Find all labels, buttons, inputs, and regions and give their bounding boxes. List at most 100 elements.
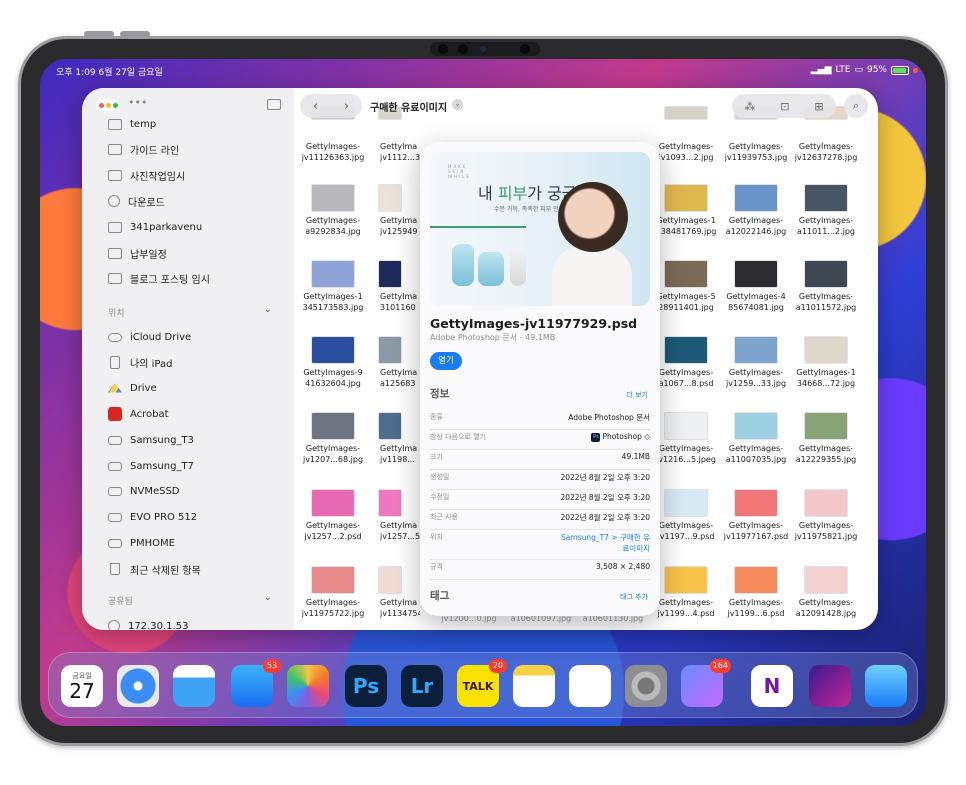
chevron-down-icon[interactable]: ⌄ [452, 99, 463, 110]
file-name-label: GettyImages- a11007035.jpg [725, 444, 787, 464]
sidebar-item[interactable]: temp [108, 114, 156, 134]
network-type: LTE [835, 65, 851, 75]
sidebar-item[interactable]: EVO PRO 512 [108, 508, 197, 528]
safari-app[interactable] [117, 665, 159, 707]
file-thumbnail[interactable] [378, 412, 402, 440]
file-thumbnail[interactable] [734, 260, 778, 288]
app-folder[interactable]: 164 [681, 659, 731, 707]
sidebar-item[interactable]: 납부일정 [108, 243, 167, 263]
info-row: 규격 3,508 × 2,480 [430, 562, 650, 580]
file-name-label: GettyImages- a12091428.jpg [795, 598, 857, 618]
file-name-label: GettyImages- jv11977167.psd [723, 521, 789, 541]
file-preview[interactable]: MAKE SKIN WHILE 내 피부가 궁금해? 수분 가득, 촉촉한 피부… [430, 152, 650, 306]
sidebar-item[interactable]: PMHOME [108, 533, 175, 553]
sidebar-item[interactable]: NVMeSSD [108, 482, 180, 502]
download-icon [108, 195, 120, 208]
files-app[interactable] [173, 665, 215, 707]
mail-app[interactable]: 53 [231, 659, 281, 707]
file-thumbnail[interactable] [311, 336, 355, 364]
photoshop-app[interactable]: Ps [345, 665, 387, 707]
file-name-label: GettyImages- a12022146.jpg [725, 216, 787, 236]
group-icon[interactable]: ⁂ [744, 100, 755, 113]
file-thumbnail[interactable] [734, 412, 778, 440]
back-icon[interactable]: ‹ [313, 99, 318, 114]
file-thumbnail[interactable] [311, 412, 355, 440]
more-menu-icon[interactable]: ••• [128, 96, 147, 109]
new-folder-icon[interactable]: ⊡ [780, 100, 789, 113]
file-thumbnail[interactable] [804, 184, 848, 212]
file-thumbnail[interactable] [378, 260, 402, 288]
search-icon[interactable]: ⌕ [844, 94, 868, 118]
sidebar-item[interactable]: 최근 삭제된 항목 [108, 559, 201, 579]
sidebar-item[interactable]: 172.30.1.53 [108, 616, 188, 630]
shortcuts-app[interactable] [809, 665, 851, 707]
google-drive-icon [108, 383, 122, 393]
sidebar-item[interactable]: 블로그 포스팅 임시 [108, 269, 210, 289]
sidebar-item[interactable]: 341parkavenu [108, 217, 202, 237]
info-key: 규격 [430, 563, 443, 571]
location-title[interactable]: 구매한 유료이미지 [370, 99, 447, 114]
file-thumbnail[interactable] [734, 336, 778, 364]
utility-app[interactable] [865, 665, 907, 707]
show-more-link[interactable]: 더 보기 [626, 390, 648, 400]
kakaotalk-app[interactable]: TALK 20 [457, 659, 507, 707]
file-thumbnail[interactable] [804, 412, 848, 440]
file-thumbnail[interactable] [734, 489, 778, 517]
sidebar-item[interactable]: Samsung_T3 [108, 430, 194, 450]
file-thumbnail[interactable] [664, 489, 708, 517]
file-thumbnail[interactable] [804, 260, 848, 288]
file-thumbnail[interactable] [311, 260, 355, 288]
file-thumbnail[interactable] [804, 566, 848, 594]
file-thumbnail[interactable] [664, 566, 708, 594]
view-grid-icon[interactable]: ⊞ [814, 100, 823, 113]
info-value[interactable]: Samsung_T7 > 구매한 유료이미지 [560, 532, 650, 554]
settings-app[interactable] [625, 665, 667, 707]
file-thumbnail[interactable] [664, 336, 708, 364]
sidebar-item[interactable]: Drive [108, 379, 157, 399]
file-name-label: GettyImages- jv12637278.jpg [794, 142, 858, 162]
file-thumbnail[interactable] [664, 184, 708, 212]
open-button[interactable]: 열기 [430, 352, 462, 370]
info-key: 항상 다음으로 열기 [430, 433, 486, 441]
file-thumbnail[interactable] [311, 489, 355, 517]
file-thumbnail[interactable] [378, 336, 402, 364]
file-thumbnail[interactable] [804, 489, 848, 517]
sidebar-item[interactable]: 가이드 라인 [108, 140, 179, 160]
file-name-label: GettyImages-1 34668...72.jpg [796, 368, 856, 388]
sidebar-toggle-icon[interactable] [267, 99, 281, 110]
add-tag-link[interactable]: 태그 추가 [620, 592, 648, 602]
notes-app[interactable] [513, 665, 555, 707]
chevron-down-icon[interactable]: ⌄ [264, 305, 272, 315]
file-thumbnail[interactable] [734, 566, 778, 594]
info-value[interactable]: Ps Photoshop ◇ [591, 432, 650, 442]
app-label: Lr [410, 674, 434, 698]
shared-section-header[interactable]: 공유됨 [108, 594, 133, 607]
calendar-app[interactable]: 금요일 27 [61, 665, 103, 707]
lightroom-app[interactable]: Lr [401, 665, 443, 707]
forward-icon[interactable]: › [344, 99, 349, 114]
file-thumbnail[interactable] [734, 184, 778, 212]
app-label: Ps [352, 674, 380, 698]
chatgpt-app[interactable] [569, 665, 611, 707]
file-thumbnail[interactable] [378, 489, 402, 517]
file-thumbnail[interactable] [311, 566, 355, 594]
file-thumbnail[interactable] [378, 566, 402, 594]
onenote-app[interactable]: N [751, 665, 793, 707]
notification-badge: 164 [709, 659, 731, 673]
sidebar-item[interactable]: Acrobat [108, 404, 169, 424]
locations-section-header[interactable]: 위치 [108, 306, 125, 319]
file-thumbnail[interactable] [311, 184, 355, 212]
sidebar-item[interactable]: Samsung_T7 [108, 456, 194, 476]
file-thumbnail[interactable] [804, 336, 848, 364]
sidebar-item[interactable]: 사진작업임시 [108, 166, 185, 186]
file-thumbnail[interactable] [378, 184, 402, 212]
window-controls[interactable] [96, 99, 120, 111]
sidebar-item[interactable]: iCloud Drive [108, 327, 191, 347]
file-thumbnail[interactable] [664, 412, 708, 440]
sidebar-item[interactable]: 다운로드 [108, 191, 165, 211]
tags-header: 태그 [430, 590, 450, 602]
photos-app[interactable] [287, 665, 329, 707]
chevron-down-icon[interactable]: ⌄ [264, 593, 272, 603]
sidebar-item[interactable]: 나의 iPad [108, 353, 172, 373]
file-thumbnail[interactable] [664, 260, 708, 288]
